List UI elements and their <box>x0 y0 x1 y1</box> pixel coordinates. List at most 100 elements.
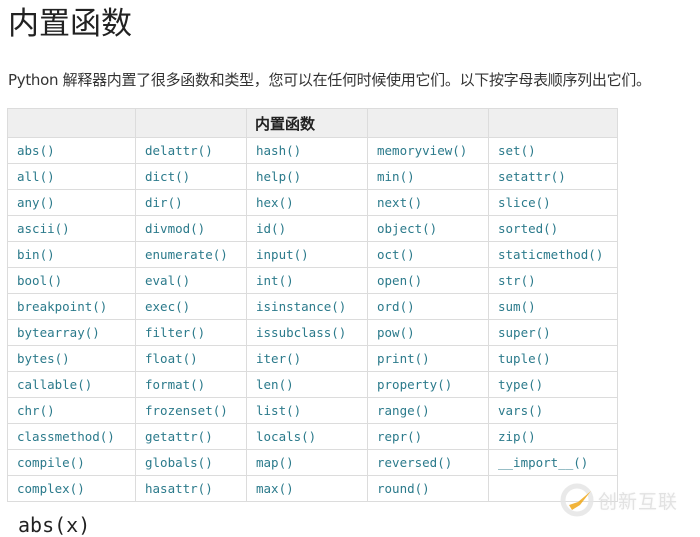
function-link[interactable]: isinstance() <box>256 299 346 314</box>
function-link[interactable]: getattr() <box>145 429 213 444</box>
table-cell: type() <box>488 371 618 398</box>
function-link[interactable]: abs() <box>17 143 55 158</box>
table-cell: compile() <box>7 449 136 476</box>
function-link[interactable]: classmethod() <box>17 429 115 444</box>
function-link[interactable]: vars() <box>498 403 543 418</box>
function-link[interactable]: globals() <box>145 455 213 470</box>
function-link[interactable]: ascii() <box>17 221 70 236</box>
function-link[interactable]: reversed() <box>377 455 452 470</box>
table-row: all() dict() help() min() setattr() <box>7 163 618 190</box>
function-link[interactable]: iter() <box>256 351 301 366</box>
function-link[interactable]: input() <box>256 247 309 262</box>
function-link[interactable]: type() <box>498 377 543 392</box>
function-link[interactable]: super() <box>498 325 551 340</box>
function-link[interactable]: repr() <box>377 429 422 444</box>
function-link[interactable]: tuple() <box>498 351 551 366</box>
function-link[interactable]: object() <box>377 221 437 236</box>
function-link[interactable]: bytearray() <box>17 325 100 340</box>
table-row: bin() enumerate() input() oct() staticmethod… <box>7 241 618 268</box>
function-link[interactable]: format() <box>145 377 205 392</box>
function-link[interactable]: dict() <box>145 169 190 184</box>
function-link[interactable]: sum() <box>498 299 536 314</box>
table-cell: abs() <box>7 137 136 164</box>
table-cell: min() <box>367 163 489 190</box>
function-link[interactable]: eval() <box>145 273 190 288</box>
table-cell: help() <box>246 163 368 190</box>
function-link[interactable]: setattr() <box>498 169 566 184</box>
function-link[interactable]: next() <box>377 195 422 210</box>
table-cell: bytes() <box>7 345 136 372</box>
function-link[interactable]: list() <box>256 403 301 418</box>
function-link[interactable]: zip() <box>498 429 536 444</box>
watermark: 创新互联 <box>560 478 700 522</box>
section-heading-abs: abs(x) <box>18 513 91 537</box>
function-link[interactable]: range() <box>377 403 430 418</box>
function-link[interactable]: complex() <box>17 481 85 496</box>
function-link[interactable]: exec() <box>145 299 190 314</box>
function-link[interactable]: __import__() <box>498 455 588 470</box>
function-link[interactable]: hash() <box>256 143 301 158</box>
function-link[interactable]: frozenset() <box>145 403 228 418</box>
function-link[interactable]: help() <box>256 169 301 184</box>
function-link[interactable]: id() <box>256 221 286 236</box>
table-cell: next() <box>367 189 489 216</box>
table-cell: tuple() <box>488 345 618 372</box>
function-link[interactable]: enumerate() <box>145 247 228 262</box>
function-link[interactable]: locals() <box>256 429 316 444</box>
table-row: abs() delattr() hash() memoryview() set() <box>7 137 618 164</box>
table-cell: hash() <box>246 137 368 164</box>
table-row: compile() globals() map() reversed() __impor… <box>7 449 618 476</box>
table-cell: str() <box>488 267 618 294</box>
function-link[interactable]: set() <box>498 143 536 158</box>
function-link[interactable]: callable() <box>17 377 92 392</box>
table-cell: bin() <box>7 241 136 268</box>
function-link[interactable]: bool() <box>17 273 62 288</box>
table-cell: map() <box>246 449 368 476</box>
function-link[interactable]: int() <box>256 273 294 288</box>
function-link[interactable]: delattr() <box>145 143 213 158</box>
function-link[interactable]: max() <box>256 481 294 496</box>
function-link[interactable]: property() <box>377 377 452 392</box>
table-cell: slice() <box>488 189 618 216</box>
function-link[interactable]: map() <box>256 455 294 470</box>
function-link[interactable]: oct() <box>377 247 415 262</box>
table-row: complex() hasattr() max() round() <box>7 475 618 502</box>
function-link[interactable]: str() <box>498 273 536 288</box>
function-link[interactable]: chr() <box>17 403 55 418</box>
table-cell: issubclass() <box>246 319 368 346</box>
function-link[interactable]: staticmethod() <box>498 247 603 262</box>
function-link[interactable]: pow() <box>377 325 415 340</box>
function-link[interactable]: hex() <box>256 195 294 210</box>
table-cell: id() <box>246 215 368 242</box>
function-link[interactable]: len() <box>256 377 294 392</box>
function-link[interactable]: memoryview() <box>377 143 467 158</box>
table-cell: sum() <box>488 293 618 320</box>
function-link[interactable]: float() <box>145 351 198 366</box>
builtin-functions-table: 内置函数 abs() delattr() hash() memoryview() set… <box>7 108 618 502</box>
table-cell: eval() <box>135 267 247 294</box>
table-cell: int() <box>246 267 368 294</box>
function-link[interactable]: any() <box>17 195 55 210</box>
function-link[interactable]: issubclass() <box>256 325 346 340</box>
function-link[interactable]: divmod() <box>145 221 205 236</box>
function-link[interactable]: sorted() <box>498 221 558 236</box>
function-link[interactable]: compile() <box>17 455 85 470</box>
function-link[interactable]: round() <box>377 481 430 496</box>
function-link[interactable]: bin() <box>17 247 55 262</box>
function-link[interactable]: min() <box>377 169 415 184</box>
function-link[interactable]: breakpoint() <box>17 299 107 314</box>
table-cell: exec() <box>135 293 247 320</box>
function-link[interactable]: slice() <box>498 195 551 210</box>
page-title: 内置函数 <box>8 6 132 42</box>
function-link[interactable]: bytes() <box>17 351 70 366</box>
table-row: any() dir() hex() next() slice() <box>7 189 618 216</box>
table-cell: format() <box>135 371 247 398</box>
function-link[interactable]: print() <box>377 351 430 366</box>
function-link[interactable]: ord() <box>377 299 415 314</box>
function-link[interactable]: open() <box>377 273 422 288</box>
function-link[interactable]: dir() <box>145 195 183 210</box>
function-link[interactable]: all() <box>17 169 55 184</box>
function-link[interactable]: hasattr() <box>145 481 213 496</box>
function-link[interactable]: filter() <box>145 325 205 340</box>
table-header-cell: 内置函数 <box>246 108 368 138</box>
